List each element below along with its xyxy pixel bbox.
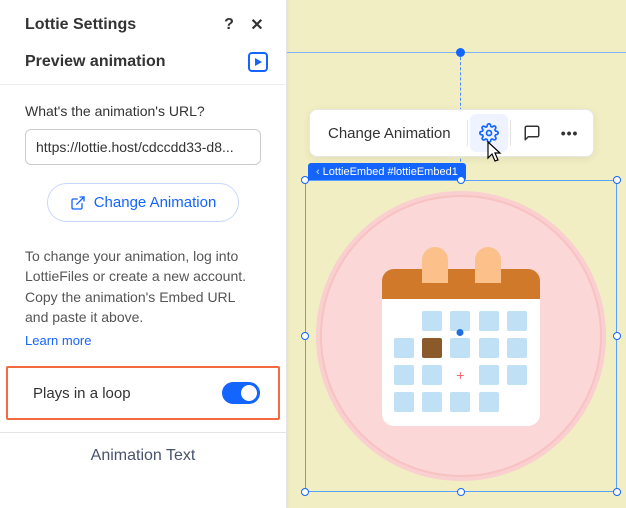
animation-url-input[interactable] bbox=[25, 129, 261, 165]
settings-icon[interactable] bbox=[470, 114, 508, 152]
comment-icon[interactable] bbox=[513, 114, 551, 152]
editor-canvas[interactable]: Change Animation ••• ‹LottieEmbed #lotti… bbox=[287, 0, 626, 508]
guide-anchor-dot bbox=[456, 48, 465, 57]
close-icon[interactable]: ✕ bbox=[246, 14, 268, 36]
element-tag-label: ‹LottieEmbed #lottieEmbed1 bbox=[308, 163, 466, 181]
element-toolbar: Change Animation ••• bbox=[309, 109, 594, 157]
toolbar-change-animation[interactable]: Change Animation bbox=[314, 117, 465, 150]
learn-more-link[interactable]: Learn more bbox=[25, 333, 91, 348]
panel-title: Lottie Settings bbox=[25, 16, 218, 34]
calendar-icon: + bbox=[382, 247, 540, 426]
change-animation-button[interactable]: Change Animation bbox=[47, 183, 240, 222]
plays-in-loop-row: Plays in a loop bbox=[6, 366, 280, 420]
help-text: To change your animation, log into Lotti… bbox=[25, 246, 261, 327]
loop-toggle[interactable] bbox=[222, 382, 260, 404]
external-link-icon bbox=[70, 195, 86, 211]
more-icon[interactable]: ••• bbox=[551, 114, 589, 152]
loop-label: Plays in a loop bbox=[33, 385, 222, 402]
help-icon[interactable]: ? bbox=[218, 14, 240, 36]
lottie-preview: + bbox=[306, 181, 616, 491]
change-animation-button-label: Change Animation bbox=[94, 194, 217, 211]
animation-text-section[interactable]: Animation Text bbox=[0, 432, 286, 479]
url-field-label: What's the animation's URL? bbox=[25, 103, 261, 119]
selection-box[interactable]: + bbox=[305, 180, 617, 492]
lottie-settings-panel: Lottie Settings ? ✕ Preview animation Wh… bbox=[0, 0, 287, 508]
preview-animation-heading: Preview animation bbox=[25, 53, 248, 71]
play-icon[interactable] bbox=[248, 52, 268, 72]
